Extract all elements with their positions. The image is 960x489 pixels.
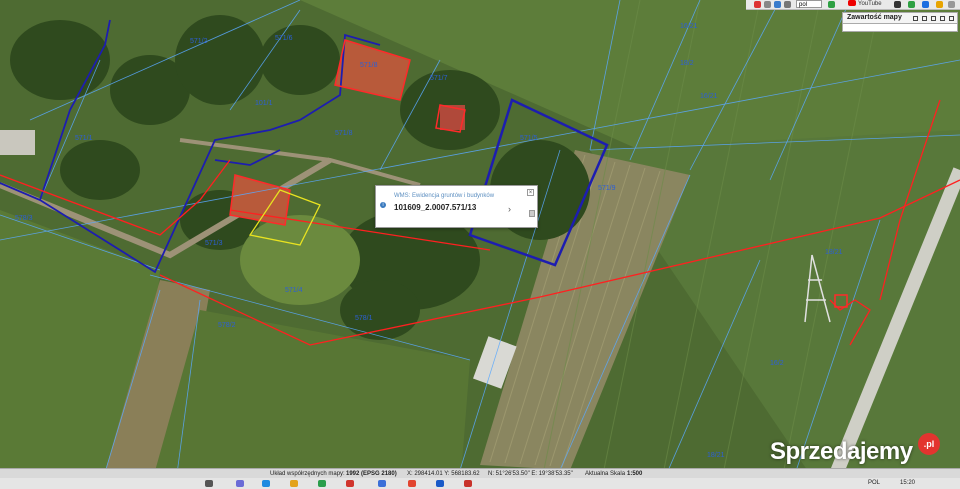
edge-icon[interactable] — [262, 480, 270, 487]
popup-source: WMS: Ewidencja gruntów i budynków — [394, 193, 495, 199]
word-icon[interactable] — [436, 480, 444, 487]
parcel-label: 571/1 — [75, 135, 93, 142]
app-icon[interactable] — [346, 480, 354, 487]
parcel-label: 16/2 — [770, 360, 784, 367]
pdf-icon[interactable] — [464, 480, 472, 487]
chrome-icon[interactable] — [408, 480, 416, 487]
parcel-label: 571/5 — [520, 135, 538, 142]
user-icon[interactable] — [922, 1, 929, 8]
search-icon[interactable] — [205, 480, 213, 487]
parcel-label: 578/2 — [218, 322, 236, 329]
app-icon[interactable] — [378, 480, 386, 487]
chevron-right-icon[interactable]: › — [508, 204, 511, 214]
parcel-label: 18/2 — [680, 60, 694, 67]
app-icon[interactable] — [318, 480, 326, 487]
list-icon[interactable] — [922, 16, 927, 21]
youtube-link[interactable]: YouTube — [848, 0, 882, 9]
info-icon[interactable] — [936, 1, 943, 8]
popup-scrollbar[interactable] — [529, 210, 535, 217]
tray-language[interactable]: POL — [868, 478, 880, 489]
map-toolbar: pol YouTube — [746, 0, 960, 10]
taskview-icon[interactable] — [236, 480, 244, 487]
parcel-label: 571/8 — [335, 130, 353, 137]
parcel-label: 18/21 — [825, 249, 843, 256]
parcel-label: 571/8 — [360, 62, 378, 69]
parcel-label: 16/21 — [700, 93, 718, 100]
feature-info-popup[interactable]: × i WMS: Ewidencja gruntów i budynków 10… — [375, 185, 538, 228]
print-icon[interactable] — [764, 1, 771, 8]
info-icon: i — [380, 202, 386, 208]
globe-icon[interactable] — [828, 1, 835, 8]
parcel-label: 578/3 — [15, 215, 33, 222]
folder-icon[interactable] — [290, 480, 298, 487]
close-icon[interactable]: × — [527, 189, 534, 196]
map-content-button[interactable]: Zawartość mapy — [842, 12, 958, 24]
parcel-label: 571/4 — [285, 287, 303, 294]
tray-clock[interactable]: 15:20 — [900, 478, 915, 489]
watermark-badge: .pl — [918, 433, 940, 455]
home-icon[interactable] — [754, 1, 761, 8]
collapse-icon[interactable] — [913, 16, 918, 21]
fullscreen-icon[interactable] — [948, 1, 955, 8]
legend-icon[interactable] — [931, 16, 936, 21]
language-select[interactable]: pol — [796, 0, 822, 8]
parcel-label: 101/1 — [255, 100, 273, 107]
search-icon[interactable] — [784, 1, 791, 8]
os-taskbar: POL 15:20 — [0, 478, 960, 489]
popup-parcel-id[interactable]: 101609_2.0007.571/13 — [394, 203, 476, 212]
layers-icon[interactable] — [774, 1, 781, 8]
parcel-label: 571/9 — [598, 185, 616, 192]
close-icon[interactable] — [949, 16, 954, 21]
parcel-label: 571/7 — [430, 75, 448, 82]
map-content-panel — [842, 24, 958, 32]
settings-icon[interactable] — [894, 1, 901, 8]
parcel-label: 571/6 — [275, 35, 293, 42]
parcel-label: 571/2 — [190, 38, 208, 45]
help-icon[interactable] — [940, 16, 945, 21]
help-icon[interactable] — [908, 1, 915, 8]
parcel-label: 16/21 — [680, 23, 698, 30]
parcel-label: 18/21 — [707, 452, 725, 459]
youtube-icon — [848, 0, 856, 7]
parcel-label: 571/3 — [205, 240, 223, 247]
parcel-label: 578/1 — [355, 315, 373, 322]
watermark-logo: Sprzedajemy — [770, 438, 913, 465]
aerial-map[interactable]: 571/8 571/6 571/8 571/7 571/5 571/9 571/… — [0, 0, 960, 489]
